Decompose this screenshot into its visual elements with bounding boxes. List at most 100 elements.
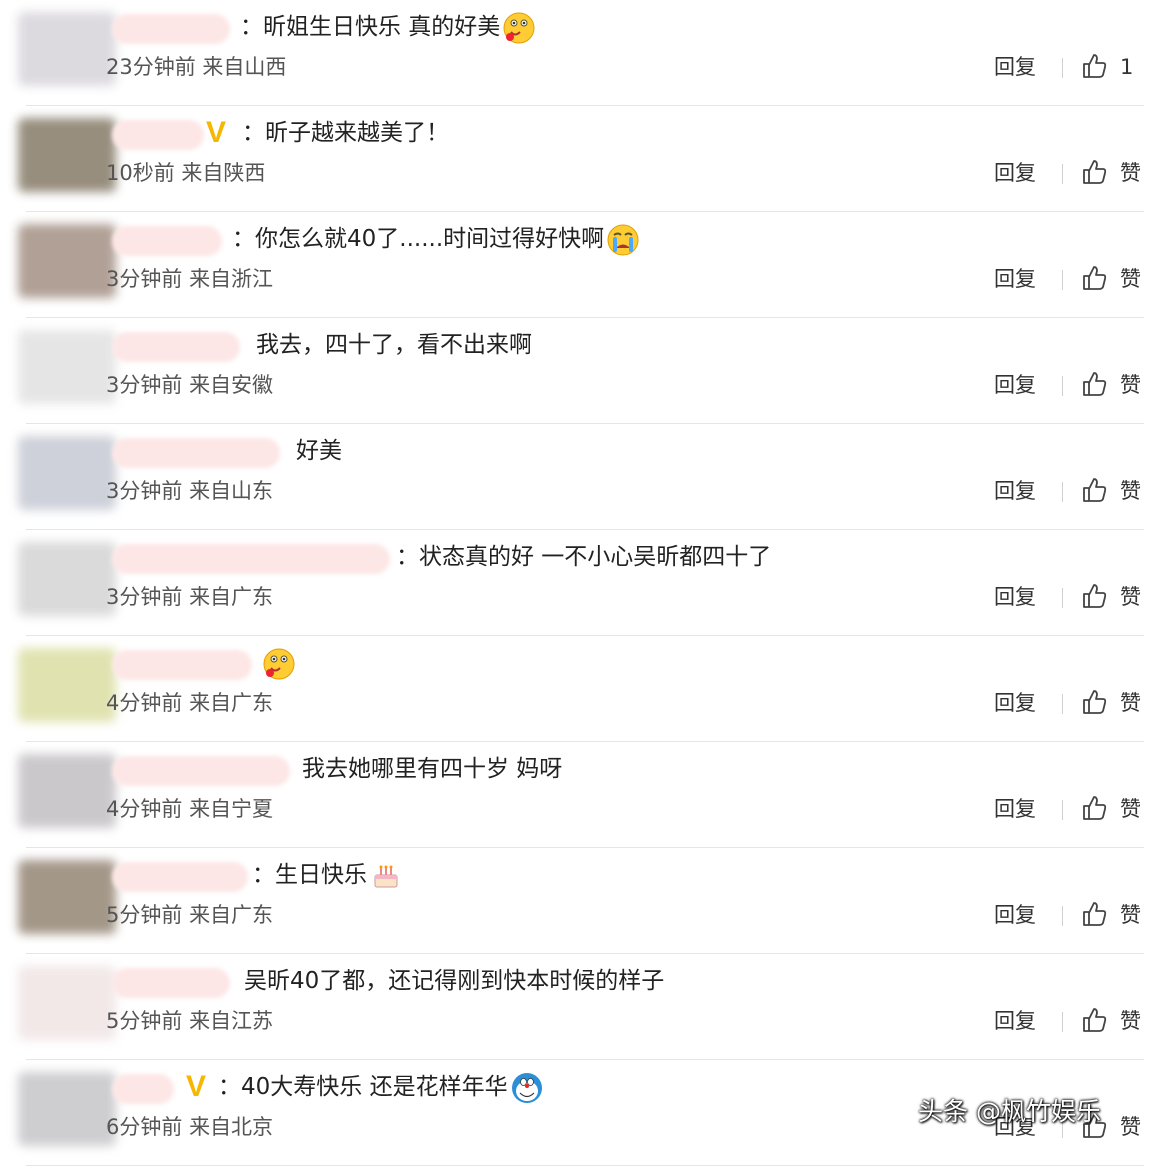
reply-button[interactable]: 回复 — [994, 688, 1036, 718]
cake-icon — [369, 859, 403, 893]
like-button-label[interactable]: 赞 — [1120, 370, 1141, 400]
reply-button[interactable]: 回复 — [994, 476, 1036, 506]
username-blurred[interactable] — [112, 862, 248, 892]
comment-text: ：昕子越来越美了！ — [242, 116, 449, 150]
comment-location: 来自宁夏 — [189, 797, 274, 821]
comment-location: 来自北京 — [189, 1115, 274, 1139]
reply-button[interactable]: 回复 — [994, 158, 1036, 188]
comment-time: 4分钟前 — [106, 691, 183, 715]
reply-button[interactable]: 回复 — [994, 582, 1036, 612]
action-divider — [1062, 376, 1063, 396]
action-divider — [1062, 482, 1063, 502]
username-blurred[interactable] — [112, 968, 230, 998]
comment-text-content: ：生日快乐 — [252, 862, 367, 888]
thumbs-up-icon[interactable] — [1080, 688, 1110, 718]
like-button-label[interactable]: 赞 — [1120, 264, 1141, 294]
action-divider — [1062, 588, 1063, 608]
like-button-label[interactable]: 赞 — [1120, 794, 1141, 824]
comment-meta: 3分钟前 来自山东 — [106, 476, 273, 506]
comment-text: ：你怎么就40了......时间过得好快啊 — [232, 222, 640, 257]
avatar[interactable] — [18, 860, 116, 934]
comment-text: 吴昕40了都，还记得刚到快本时候的样子 — [244, 964, 664, 998]
username-blurred[interactable] — [112, 1074, 174, 1104]
like-button-label[interactable]: 1 — [1120, 52, 1133, 82]
thumbs-up-icon[interactable] — [1080, 1006, 1110, 1036]
comment-text — [260, 646, 296, 681]
vip-badge-icon: V — [186, 1070, 207, 1103]
comment-list: ：昕姐生日快乐 真的好美 23分钟前 来自山西 回复 1 V ：昕子越来越美了！ 10秒前 … — [0, 0, 1160, 1166]
comment-meta: 5分钟前 来自江苏 — [106, 1006, 273, 1036]
thumbs-up-icon[interactable] — [1080, 158, 1110, 188]
avatar[interactable] — [18, 966, 116, 1040]
thumbs-up-icon[interactable] — [1080, 582, 1110, 612]
reply-button[interactable]: 回复 — [994, 264, 1036, 294]
comment-meta: 3分钟前 来自浙江 — [106, 264, 273, 294]
username-blurred[interactable] — [112, 226, 222, 256]
avatar[interactable] — [18, 542, 116, 616]
comment-text-content: ：40大寿快乐 还是花样年华 — [218, 1074, 508, 1100]
thumbs-up-icon[interactable] — [1080, 900, 1110, 930]
comment-meta: 3分钟前 来自广东 — [106, 582, 273, 612]
like-button-label[interactable]: 赞 — [1120, 688, 1141, 718]
comment-row: 我去，四十了，看不出来啊 3分钟前 来自安徽 回复 赞 — [0, 318, 1160, 424]
action-divider — [1062, 800, 1063, 820]
like-button-label[interactable]: 赞 — [1120, 1112, 1141, 1142]
username-blurred[interactable] — [112, 438, 280, 468]
thumbs-up-icon[interactable] — [1080, 794, 1110, 824]
reply-button[interactable]: 回复 — [994, 370, 1036, 400]
comment-text-content: ：你怎么就40了......时间过得好快啊 — [232, 226, 605, 252]
comment-text-content: 我去她哪里有四十岁 妈呀 — [302, 756, 563, 782]
action-divider — [1062, 906, 1063, 926]
username-blurred[interactable] — [112, 544, 390, 574]
comment-text: ：状态真的好 一不小心吴昕都四十了 — [396, 540, 771, 574]
comment-row: 吴昕40了都，还记得刚到快本时候的样子 5分钟前 来自江苏 回复 赞 — [0, 954, 1160, 1060]
comment-location: 来自安徽 — [189, 373, 274, 397]
thumbs-up-icon[interactable] — [1080, 476, 1110, 506]
comment-time: 4分钟前 — [106, 797, 183, 821]
thumbs-up-icon[interactable] — [1080, 52, 1110, 82]
comment-location: 来自浙江 — [189, 267, 274, 291]
avatar[interactable] — [18, 436, 116, 510]
like-button-label[interactable]: 赞 — [1120, 1006, 1141, 1036]
comment-text: 我去她哪里有四十岁 妈呀 — [302, 752, 562, 786]
like-button-label[interactable]: 赞 — [1120, 476, 1141, 506]
comment-location: 来自江苏 — [189, 1009, 274, 1033]
comment-time: 10秒前 — [106, 161, 175, 185]
avatar[interactable] — [18, 330, 116, 404]
username-blurred[interactable] — [112, 14, 230, 44]
avatar[interactable] — [18, 12, 116, 86]
comment-row: 我去她哪里有四十岁 妈呀 4分钟前 来自宁夏 回复 赞 — [0, 742, 1160, 848]
avatar[interactable] — [18, 118, 116, 192]
comment-text-content: ：状态真的好 一不小心吴昕都四十了 — [396, 544, 772, 570]
avatar[interactable] — [18, 648, 116, 722]
comment-text: 我去，四十了，看不出来啊 — [256, 328, 532, 362]
thumbs-up-icon[interactable] — [1080, 370, 1110, 400]
vip-badge-icon: V — [206, 116, 227, 149]
comment-text-content: 好美 — [296, 438, 342, 464]
reply-button[interactable]: 回复 — [994, 794, 1036, 824]
comment-time: 5分钟前 — [106, 1009, 183, 1033]
avatar[interactable] — [18, 1072, 116, 1146]
thumbs-up-icon[interactable] — [1080, 264, 1110, 294]
like-button-label[interactable]: 赞 — [1120, 582, 1141, 612]
avatar[interactable] — [18, 224, 116, 298]
comment-time: 3分钟前 — [106, 373, 183, 397]
username-blurred[interactable] — [112, 332, 240, 362]
avatar[interactable] — [18, 754, 116, 828]
like-button-label[interactable]: 赞 — [1120, 900, 1141, 930]
reply-button[interactable]: 回复 — [994, 52, 1036, 82]
username-blurred[interactable] — [112, 650, 252, 680]
comment-time: 3分钟前 — [106, 479, 183, 503]
comment-text-content: 吴昕40了都，还记得刚到快本时候的样子 — [244, 968, 665, 994]
comment-text: ：昕姐生日快乐 真的好美 — [240, 10, 536, 45]
comment-time: 5分钟前 — [106, 903, 183, 927]
username-blurred[interactable] — [112, 120, 204, 150]
reply-button[interactable]: 回复 — [994, 900, 1036, 930]
comment-row: 4分钟前 来自广东 回复 赞 — [0, 636, 1160, 742]
reply-button[interactable]: 回复 — [994, 1006, 1036, 1036]
comment-time: 23分钟前 — [106, 55, 196, 79]
comment-row: V ：昕子越来越美了！ 10秒前 来自陕西 回复 赞 — [0, 106, 1160, 212]
username-blurred[interactable] — [112, 756, 290, 786]
comment-text-content: ：昕子越来越美了！ — [242, 120, 449, 146]
like-button-label[interactable]: 赞 — [1120, 158, 1141, 188]
